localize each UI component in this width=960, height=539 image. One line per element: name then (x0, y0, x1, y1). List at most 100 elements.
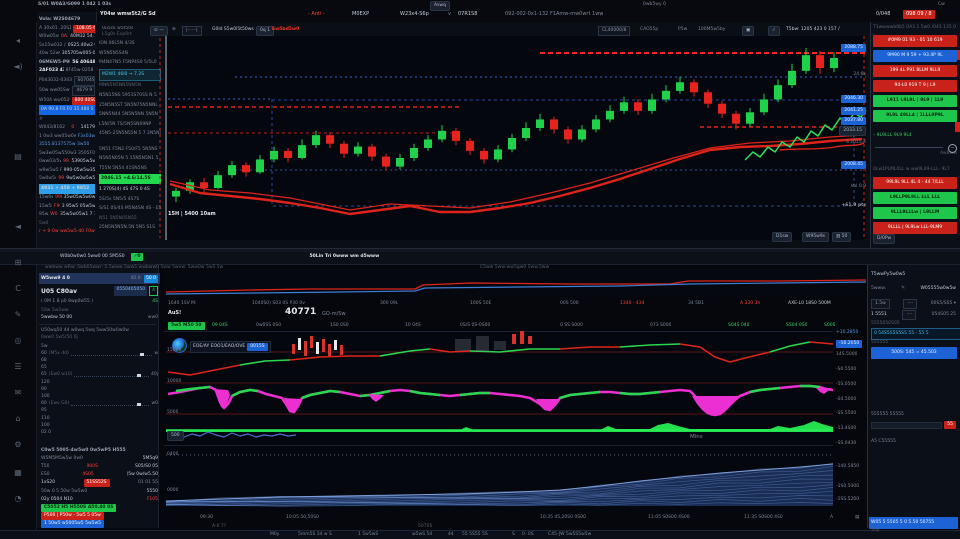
price-badge[interactable]: 2046.30 (841, 95, 866, 103)
sidebar-edit-icon[interactable]: ✎ (8, 308, 28, 322)
cell[interactable]: 108.05 64 (73, 25, 95, 33)
watch-row[interactable]: 94-L0 919 T 9 | L9 (873, 80, 957, 92)
watch-row[interactable]: 199 4L P91 8LLM 9LL9 (873, 65, 957, 77)
sidebar-speaker-icon[interactable]: ◄) (8, 60, 28, 74)
left-panel-row[interactable]: 0A 90.8 F0 F0 35 480 S3 4F9 8 (39, 105, 95, 115)
price-input[interactable]: ···· (902, 310, 916, 320)
stake-value: ww0 (148, 314, 158, 322)
info-row: L5N/5N 7S/5N5SN09NP (99, 121, 161, 129)
price-badge[interactable]: 2037.80 (841, 117, 866, 125)
range-slider[interactable]: − (873, 144, 957, 150)
left-panel-row: Vola: W2S04679 (39, 16, 95, 24)
chart-header-item[interactable]: Ew5bd5w0 (272, 26, 299, 34)
watch-row[interactable]: L9LLP9L9LL LLL LLL (873, 192, 957, 204)
sidebar-grid-icon[interactable]: ⊞ (8, 256, 28, 270)
chart-footer-button[interactable]: D1sw (772, 232, 792, 242)
sidebar-target-icon[interactable]: ◎ (8, 334, 28, 348)
chart-header-item[interactable]: CL40000/8 (598, 26, 630, 36)
left-panel-row[interactable]: 4931 + 458 + 9852 (39, 184, 95, 194)
sidebar-table-icon[interactable]: ▦ (8, 466, 28, 480)
param-slider-row[interactable]: 60(M5x dd)w (39, 350, 160, 357)
sidebar-home-icon[interactable]: ⌂ (8, 412, 28, 426)
wave-header-row[interactable]: W5ww9 4 040.0:50 0 (39, 273, 160, 284)
cell: r + 0-0w ww5w5-40 F0ww5 (39, 228, 95, 236)
bottom-left-row[interactable]: 1 50w5 w5005w5 5w5w5 (39, 520, 160, 528)
confirm-chip[interactable]: 4 (149, 286, 158, 296)
sidebar-clip-icon[interactable]: C (8, 282, 28, 296)
layout-icon[interactable]: ▣ (742, 26, 754, 36)
watch-row[interactable]: L911 L9L9L | 9L9 | 1L9 (873, 95, 957, 107)
param-track[interactable] (74, 373, 149, 377)
type-select[interactable]: 00S5/S05 ▾ (931, 300, 956, 308)
slider-handle[interactable]: − (948, 144, 957, 153)
queue-bar[interactable] (871, 422, 942, 429)
instrument-row[interactable]: U05 C80av05504050504 (39, 286, 160, 296)
queue-row[interactable]: 55 (871, 421, 956, 429)
check-icon[interactable]: ✓ (768, 26, 780, 36)
param-track[interactable] (71, 352, 153, 356)
cell[interactable]: P500 | P50w - 5w5 5 05w (41, 512, 104, 520)
qty-input[interactable]: 1.5w (871, 299, 890, 309)
menu-item[interactable]: 098 09 / 8 (903, 10, 935, 19)
param-number: 02 0 (41, 429, 51, 437)
sidebar-settings-icon[interactable]: ⚙ (8, 438, 28, 452)
watch-footer-button[interactable]: D/0Pw (873, 234, 895, 244)
menu-item[interactable]: W23x4-S6p (400, 10, 429, 19)
series-label[interactable]: EOE/AY EOO1/EAO/OVE0015S (190, 341, 271, 353)
menu-item: 092-002-0x1-132 F1Amw-mw0wrt 1ww (505, 10, 603, 19)
buy-button[interactable]: 2046.15 +4.6/14.5S (99, 174, 161, 184)
sidebar-mail-icon[interactable]: ✉ (8, 386, 28, 400)
watch-row[interactable]: #0M9 01 93 - 01 10 619 (873, 35, 957, 47)
series-badge[interactable]: 0015S (247, 343, 267, 351)
param-handle[interactable] (140, 353, 144, 356)
param-slider-row[interactable]: 65(Ew0 w10)40j (39, 372, 160, 379)
bottom-header-chip[interactable]: ✓0 (131, 253, 144, 261)
add-icon[interactable]: ⊕ (172, 26, 176, 34)
cell: 15w5w5 (39, 203, 52, 211)
price-badge[interactable]: 2008.45 (841, 161, 866, 169)
menu-item[interactable]: 07R1S8 (458, 10, 477, 19)
cell[interactable]: 800 40S0 (72, 97, 95, 105)
chart-footer-button[interactable]: W95w9s (802, 232, 829, 242)
chart-header-item[interactable]: |······| (182, 26, 202, 36)
sidebar-prev-icon[interactable]: ◄ (8, 220, 28, 234)
chart-footer-button[interactable]: ▥ 50 (832, 232, 851, 242)
sidebar-menu-icon[interactable]: ☰ (8, 360, 28, 374)
param-handle[interactable] (137, 403, 141, 406)
cell[interactable]: 1 50w5 w5005w5 5w5w5 (41, 520, 104, 528)
instrument-chip[interactable]: 0550405050 (114, 286, 147, 296)
sidebar-list-icon[interactable]: ▤ (8, 150, 28, 164)
bottom-left-row[interactable]: C0w5 5005-4w5w0 0w5wP5 H555 (39, 447, 160, 455)
watch-row[interactable]: 9LLLL | 9L9Lw LLL-9LM9 (873, 222, 957, 234)
param-handle[interactable] (137, 374, 141, 377)
mid-value: AXE-L0 18S0 500M (788, 300, 831, 308)
slider-track (875, 147, 943, 148)
param-track[interactable] (71, 402, 149, 406)
meta-row: ( 0M 1 8 p0 8wp0w55 )4S (39, 298, 160, 306)
sidebar-clock-icon[interactable]: ◔ (8, 492, 28, 506)
quote-row[interactable]: 500S: 545 = 45.503 (871, 347, 957, 359)
sidebar-back-icon[interactable]: ◂ (8, 34, 28, 48)
info-row[interactable]: M2W1 46I0 → 7.2S (99, 69, 161, 81)
bottom-left-row[interactable]: C5052 H5 H550S A50.40 0S (39, 504, 160, 512)
price-badge[interactable]: 2088.75 (841, 44, 866, 52)
left-icon-rail (0, 22, 37, 530)
menu-item[interactable]: 0/048 (876, 10, 890, 19)
compass-icon[interactable]: ⊙ — (150, 26, 168, 36)
watch-row[interactable]: 99L9L 9LL 4L 4 - 44 7/LLL (873, 177, 957, 189)
cell[interactable]: 51SS52S (84, 479, 110, 487)
param-slider-row[interactable]: 60(Ewv G0)w0 (39, 401, 160, 408)
bottom-left-row[interactable]: P500 | P50w - 5w5 5 05w (39, 512, 160, 520)
wave-chip[interactable]: 50 0 (144, 275, 158, 283)
watch-row[interactable]: 9M90 M 9 59 + 93.4P 9L (873, 50, 957, 62)
range-input[interactable]: ···· (903, 299, 917, 309)
info-row: 1 270S(4) 4S 47S 0 4S (99, 186, 161, 194)
ticker-chip[interactable]: 5w5 M50 50 (168, 322, 205, 330)
confirm-bar[interactable]: W05 5 5505 5 0 5.50 50755 (869, 517, 958, 529)
topbar-item[interactable]: Aswq (430, 1, 450, 11)
menu-item[interactable]: M0EXP (352, 10, 369, 19)
price-badge[interactable]: 2041.25 (841, 107, 866, 115)
watch-row[interactable]: 9L9L 49LL4 | 1LLL9P9L (873, 110, 957, 122)
cell[interactable]: C5052 H5 H550S A50.40 0S (41, 504, 116, 512)
watch-row[interactable]: 9LLL9LLLw | L9LLM (873, 207, 957, 219)
